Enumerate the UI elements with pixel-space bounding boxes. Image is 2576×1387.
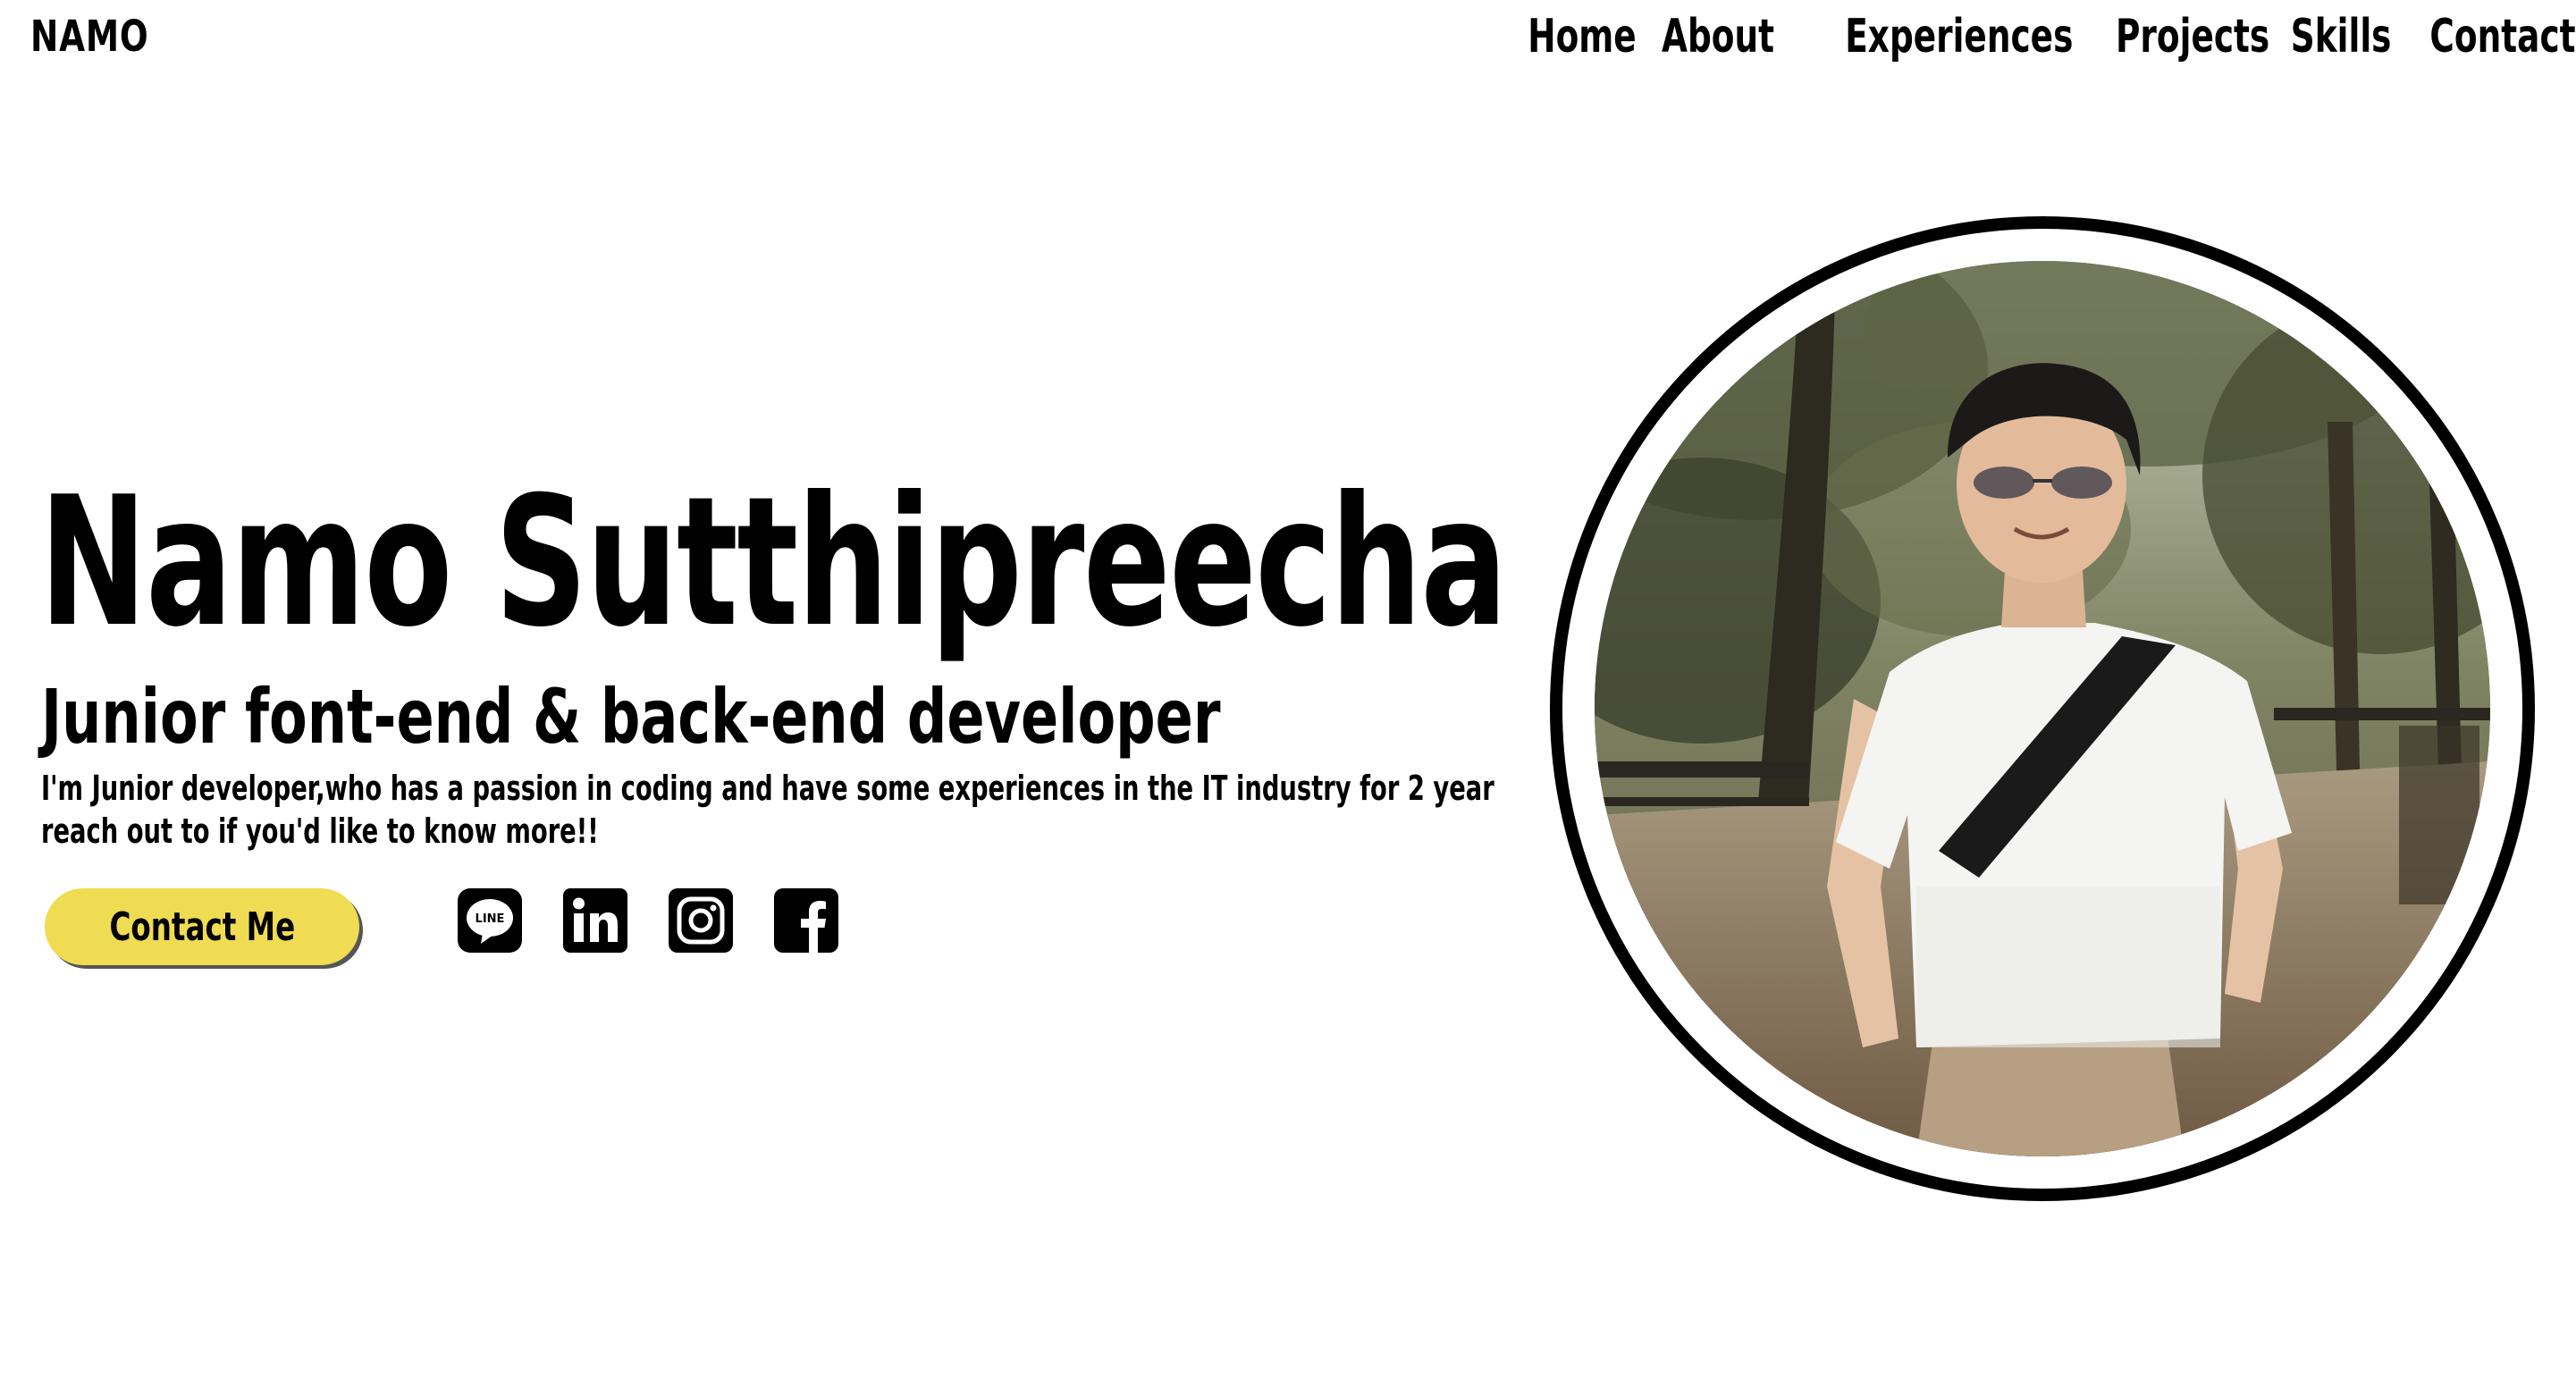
hero-description: I'm Junior developer,who has a passion i… xyxy=(41,767,1494,853)
nav-link-about[interactable]: About xyxy=(1662,7,1774,66)
hero-name: Namo Sutthipreecha xyxy=(39,458,1508,667)
hero-description-line: reach out to if you'd like to know more!… xyxy=(41,811,599,851)
main-nav: Home About Experiences Projects Skills C… xyxy=(1503,7,2576,66)
page: NAMO Home About Experiences Projects Ski… xyxy=(0,0,2576,1387)
nav-link-skills[interactable]: Skills xyxy=(2291,7,2392,66)
line-icon[interactable]: LINE xyxy=(458,888,522,953)
linkedin-icon[interactable] xyxy=(563,888,627,953)
nav-link-home[interactable]: Home xyxy=(1528,7,1636,66)
hero-description-line: I'm Junior developer,who has a passion i… xyxy=(41,769,1494,808)
nav-link-contact[interactable]: Contact xyxy=(2430,7,2576,66)
contact-me-button[interactable]: Contact Me xyxy=(45,888,359,965)
nav-link-projects[interactable]: Projects xyxy=(2116,7,2269,66)
nav-link-experiences[interactable]: Experiences xyxy=(1846,7,2074,66)
instagram-icon[interactable] xyxy=(669,888,733,953)
social-links: LINE xyxy=(458,888,838,953)
facebook-icon[interactable] xyxy=(774,888,838,953)
profile-photo xyxy=(1595,261,2490,1156)
site-logo[interactable]: NAMO xyxy=(30,7,149,66)
hero-role: Junior font-end & back-end developer xyxy=(41,673,1221,761)
svg-text:LINE: LINE xyxy=(476,912,505,926)
contact-me-button-label: Contact Me xyxy=(109,904,295,950)
profile-photo-illustration xyxy=(1595,261,2490,1156)
